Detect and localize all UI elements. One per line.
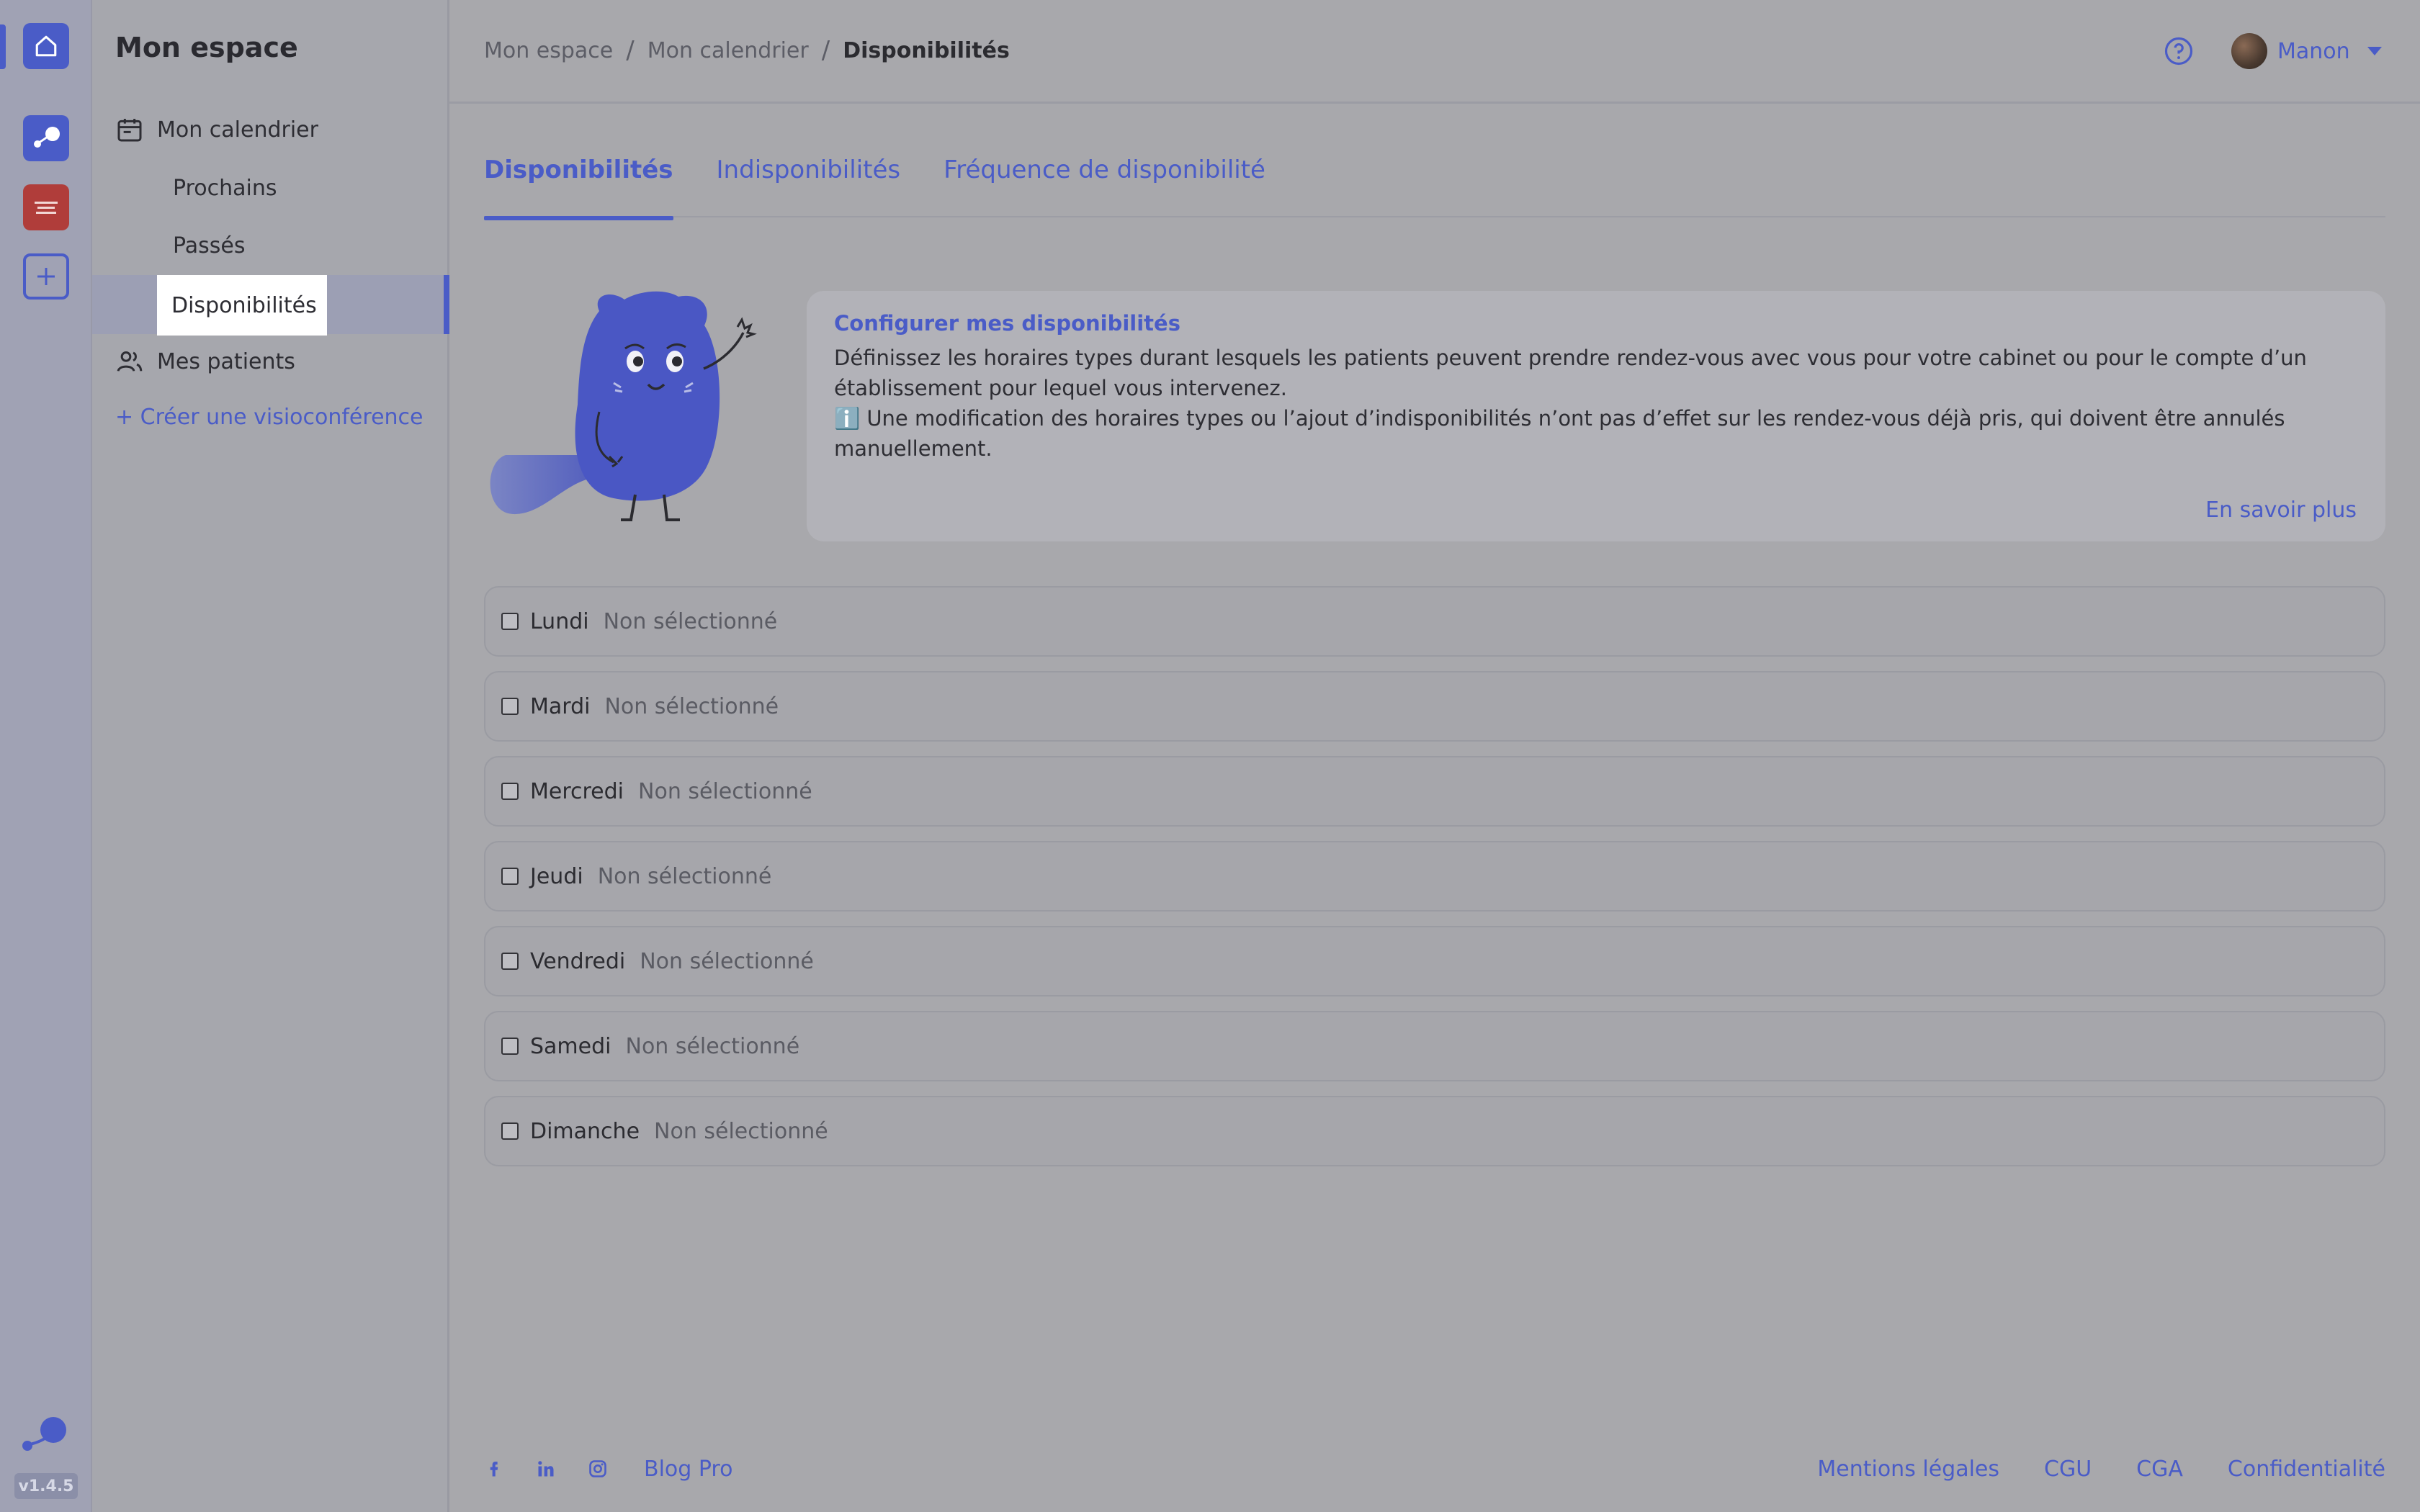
- sidebar-item-disponibilites[interactable]: Disponibilités: [157, 275, 327, 336]
- bo-logo-icon: [22, 1417, 66, 1451]
- day-name: Mercredi: [530, 778, 624, 804]
- day-name: Jeudi: [530, 863, 583, 889]
- day-checkbox[interactable]: [501, 783, 519, 800]
- day-row[interactable]: Mardi Non sélectionné: [484, 671, 2385, 742]
- avatar: [2231, 33, 2267, 69]
- day-row[interactable]: Mercredi Non sélectionné: [484, 756, 2385, 827]
- sidebar-item-calendar[interactable]: Mon calendrier: [115, 115, 318, 144]
- day-row[interactable]: Samedi Non sélectionné: [484, 1011, 2385, 1081]
- day-status: Non sélectionné: [654, 1118, 828, 1144]
- legal-links: Mentions légales CGU CGA Confidentialité: [1817, 1457, 2385, 1482]
- learn-more-link[interactable]: En savoir plus: [2205, 498, 2357, 523]
- day-name: Mardi: [530, 693, 591, 719]
- day-status: Non sélectionné: [625, 1033, 800, 1059]
- day-checkbox[interactable]: [501, 953, 519, 970]
- legal-link-confidentialite[interactable]: Confidentialité: [2228, 1457, 2385, 1482]
- day-checkbox[interactable]: [501, 1038, 519, 1055]
- footer: Blog Pro Mentions légales CGU CGA Confid…: [484, 1452, 2385, 1486]
- day-row[interactable]: Jeudi Non sélectionné: [484, 841, 2385, 912]
- info-paragraph: Définissez les horaires types durant les…: [834, 346, 2307, 400]
- sidebar-item-label: Mes patients: [157, 348, 295, 374]
- sidebar-item-patients[interactable]: Mes patients: [115, 347, 295, 376]
- legal-link-mentions[interactable]: Mentions légales: [1817, 1457, 1999, 1482]
- selected-indicator: [444, 275, 449, 334]
- top-header: Mon espace / Mon calendrier / Disponibil…: [449, 0, 2420, 104]
- app-sante-icon: [35, 202, 58, 214]
- day-checkbox[interactable]: [501, 613, 519, 630]
- user-menu[interactable]: Manon: [2231, 33, 2382, 69]
- plus-icon: [37, 268, 55, 285]
- day-status: Non sélectionné: [597, 863, 772, 889]
- tab-disponibilites[interactable]: Disponibilités: [484, 153, 673, 220]
- home-button[interactable]: [23, 23, 69, 69]
- day-status: Non sélectionné: [603, 608, 778, 634]
- info-paragraph-note: ℹ️ Une modification des horaires types o…: [834, 403, 2358, 464]
- info-text: Définissez les horaires types durant les…: [834, 343, 2358, 464]
- user-name: Manon: [2277, 38, 2350, 64]
- legal-link-cga[interactable]: CGA: [2136, 1457, 2183, 1482]
- breadcrumb-separator: /: [626, 36, 635, 65]
- info-glyph-icon: ℹ️: [834, 406, 861, 431]
- day-row[interactable]: Dimanche Non sélectionné: [484, 1096, 2385, 1166]
- day-checkbox[interactable]: [501, 698, 519, 715]
- app-sante-button[interactable]: [23, 184, 69, 230]
- facebook-icon[interactable]: [484, 1459, 504, 1479]
- legal-link-cgu[interactable]: CGU: [2044, 1457, 2092, 1482]
- users-icon: [117, 351, 143, 372]
- day-name: Samedi: [530, 1033, 611, 1059]
- day-status: Non sélectionné: [638, 778, 812, 804]
- sidebar-item-label: Mon calendrier: [157, 117, 318, 143]
- day-checkbox[interactable]: [501, 1122, 519, 1140]
- breadcrumb-item[interactable]: Mon calendrier: [647, 38, 809, 63]
- home-icon: [35, 35, 57, 57]
- day-checkbox[interactable]: [501, 868, 519, 885]
- day-row[interactable]: Lundi Non sélectionné: [484, 586, 2385, 657]
- sidebar-title: Mon espace: [115, 32, 298, 63]
- tab-bar: Disponibilités Indisponibilités Fréquenc…: [484, 153, 2385, 220]
- app-bo-button[interactable]: [23, 115, 69, 161]
- day-list: Lundi Non sélectionné Mardi Non sélectio…: [484, 586, 2385, 1181]
- breadcrumb-separator: /: [821, 36, 830, 65]
- create-visio-link[interactable]: + Créer une visioconférence: [115, 405, 424, 430]
- day-row[interactable]: Vendredi Non sélectionné: [484, 926, 2385, 996]
- social-links: [484, 1459, 608, 1479]
- info-title: Configurer mes disponibilités: [834, 311, 1180, 336]
- sidebar-item-prochains[interactable]: Prochains: [173, 176, 277, 201]
- add-app-button[interactable]: [23, 253, 69, 300]
- tab-indisponibilites[interactable]: Indisponibilités: [717, 153, 901, 217]
- breadcrumb-current: Disponibilités: [843, 37, 1010, 63]
- day-name: Dimanche: [530, 1118, 640, 1144]
- chevron-down-icon: [2367, 47, 2382, 55]
- app-bo-icon: [34, 127, 60, 148]
- version-badge: v1.4.5: [14, 1473, 78, 1499]
- sidebar-item-passes[interactable]: Passés: [173, 233, 245, 258]
- day-status: Non sélectionné: [640, 948, 814, 974]
- day-status: Non sélectionné: [604, 693, 779, 719]
- day-name: Lundi: [530, 608, 589, 634]
- rail-active-indicator: [0, 24, 6, 69]
- info-note-text: Une modification des horaires types ou l…: [834, 406, 2285, 461]
- info-card: Configurer mes disponibilités Définissez…: [807, 291, 2385, 541]
- day-name: Vendredi: [530, 948, 626, 974]
- mascot-illustration: [490, 291, 757, 521]
- calendar-icon: [117, 119, 142, 142]
- blog-link[interactable]: Blog Pro: [644, 1457, 732, 1482]
- help-icon[interactable]: [2164, 36, 2194, 66]
- breadcrumb: Mon espace / Mon calendrier / Disponibil…: [484, 36, 1010, 65]
- tab-frequence[interactable]: Fréquence de disponibilité: [944, 153, 1265, 217]
- app-rail: v1.4.5: [0, 0, 92, 1512]
- sidebar: Mon espace Mon calendrier Prochains Pass…: [92, 0, 449, 1512]
- linkedin-icon[interactable]: [536, 1459, 556, 1479]
- instagram-icon[interactable]: [588, 1459, 608, 1479]
- breadcrumb-item[interactable]: Mon espace: [484, 38, 613, 63]
